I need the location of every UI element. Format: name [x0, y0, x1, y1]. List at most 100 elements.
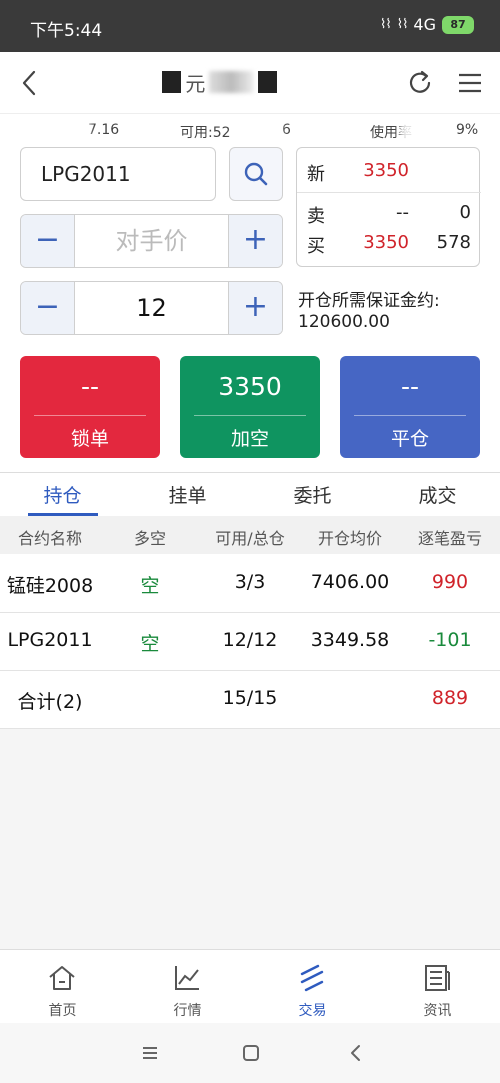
system-nav-bar: [0, 1023, 500, 1083]
nav-news-label: 资讯: [423, 1003, 452, 1019]
quantity-input[interactable]: 12: [75, 282, 228, 334]
button-divider: [194, 415, 306, 416]
quote-last-label: 新: [307, 164, 325, 185]
row-contract: LPG2011: [7, 629, 93, 651]
redacted-block: [257, 71, 277, 93]
quote-bid-row[interactable]: 买 3350 578: [297, 230, 481, 260]
price-plus-button[interactable]: +: [228, 215, 282, 267]
page-title: 元: [162, 66, 277, 98]
row-pnl: -101: [428, 629, 472, 651]
nav-trade-label: 交易: [298, 1003, 327, 1019]
row-direction: 空: [140, 575, 160, 597]
table-total-row: 合计(2) 15/15 889: [0, 671, 500, 729]
back-arrow-icon[interactable]: [16, 66, 46, 100]
menu-icon[interactable]: [454, 66, 486, 100]
table-row[interactable]: LPG2011 空 12/12 3349.58 -101: [0, 613, 500, 671]
news-icon: [425, 965, 450, 991]
lock-label: 锁单: [70, 428, 109, 450]
app-header: 元: [0, 52, 500, 114]
chart-icon: [175, 966, 199, 990]
account-available: 可用:52: [180, 125, 231, 141]
row-avg-price: 3349.58: [310, 629, 390, 651]
row-qty: 3/3: [234, 571, 266, 593]
quantity-stepper: − 12 +: [20, 281, 283, 335]
price-stepper: − 对手价 +: [20, 214, 283, 268]
contract-input[interactable]: LPG2011: [20, 147, 216, 201]
quote-ask-label: 卖: [307, 206, 325, 227]
redacted-blur: [400, 120, 450, 142]
tab-orders[interactable]: 委托: [250, 481, 375, 508]
back-button-icon[interactable]: [344, 1041, 368, 1065]
status-time: 下午5:44: [30, 21, 103, 41]
refresh-icon[interactable]: [404, 66, 436, 100]
redacted-blur: [209, 71, 254, 93]
usage-value: 9%: [456, 122, 479, 138]
quote-divider: [297, 192, 481, 193]
quote-last-row: 新 3350: [297, 158, 481, 188]
table-row[interactable]: 锰硅2008 空 3/3 7406.00 990: [0, 555, 500, 613]
row-contract: 锰硅2008: [6, 575, 94, 597]
contract-search-button[interactable]: [229, 147, 283, 201]
nav-market-label: 行情: [173, 1003, 202, 1019]
close-label: 平仓: [390, 428, 429, 450]
price-input[interactable]: 对手价: [75, 215, 228, 267]
redacted-blur: [232, 120, 282, 142]
price-minus-button[interactable]: −: [21, 215, 75, 267]
col-header-pnl: 逐笔盈亏: [417, 529, 482, 548]
quote-ask-volume: 0: [459, 202, 471, 223]
col-header-qty: 可用/总仓: [215, 529, 285, 548]
position-tabs: 持仓 挂单 委托 成交: [0, 472, 500, 516]
contract-input-value: LPG2011: [41, 162, 131, 186]
col-header-avg-price: 开仓均价: [317, 529, 382, 548]
recent-apps-icon[interactable]: [138, 1041, 162, 1065]
home-button-icon[interactable]: [239, 1041, 263, 1065]
nav-trade[interactable]: 交易: [250, 958, 375, 1019]
button-divider: [354, 415, 466, 416]
nav-home[interactable]: 首页: [0, 958, 125, 1019]
nav-home-label: 首页: [48, 1003, 77, 1019]
status-indicators: ⌇⌇ ⌇⌇ 4G 87: [380, 15, 474, 34]
nav-market[interactable]: 行情: [125, 958, 250, 1019]
positions-table-header: 合约名称 多空 可用/总仓 开仓均价 逐笔盈亏: [0, 516, 500, 554]
row-direction: 空: [140, 633, 160, 655]
quantity-minus-button[interactable]: −: [21, 282, 75, 334]
margin-value: 120600.00: [298, 312, 390, 332]
signal-wave-icon: ⌇⌇: [396, 17, 409, 32]
button-divider: [34, 415, 146, 416]
trade-icon: [300, 964, 324, 992]
tab-trades[interactable]: 成交: [375, 481, 500, 508]
network-type: 4G: [413, 15, 436, 34]
nav-news[interactable]: 资讯: [375, 958, 500, 1019]
account-equity: 7.16: [88, 122, 120, 138]
total-qty: 15/15: [222, 687, 278, 709]
empty-area: [0, 729, 500, 949]
quote-ask-row[interactable]: 卖 -- 0: [297, 200, 481, 230]
redacted-block: [162, 71, 182, 93]
bottom-nav: 首页 行情 交易 资讯: [0, 949, 500, 1023]
close-price: --: [400, 372, 420, 401]
tab-pending[interactable]: 挂单: [125, 481, 250, 508]
add-short-price: 3350: [218, 372, 282, 401]
quote-bid-label: 买: [307, 236, 325, 257]
total-pnl: 889: [431, 687, 469, 709]
status-bar: 下午5:44 ⌇⌇ ⌇⌇ 4G 87: [0, 0, 500, 52]
redacted-blur: [20, 120, 90, 142]
quote-bid-volume: 578: [436, 232, 471, 253]
row-qty: 12/12: [222, 629, 278, 651]
row-avg-price: 7406.00: [310, 571, 390, 593]
row-pnl: 990: [431, 571, 469, 593]
account-available-tail: 6: [282, 122, 291, 138]
quote-last-price: 3350: [363, 160, 409, 181]
lock-price: --: [80, 372, 100, 401]
col-header-direction: 多空: [133, 529, 166, 548]
account-summary: 7.16 可用:52 6 使用率 9%: [0, 114, 500, 146]
lock-order-button[interactable]: -- 锁单: [20, 356, 160, 458]
page-title-text: 元: [185, 71, 206, 96]
tab-positions[interactable]: 持仓: [0, 481, 125, 508]
quantity-plus-button[interactable]: +: [228, 282, 282, 334]
add-short-button[interactable]: 3350 加空: [180, 356, 320, 458]
quote-bid-price: 3350: [363, 232, 409, 253]
close-position-button[interactable]: -- 平仓: [340, 356, 480, 458]
signal-wave-icon: ⌇⌇: [380, 17, 392, 32]
search-icon: [244, 162, 268, 186]
